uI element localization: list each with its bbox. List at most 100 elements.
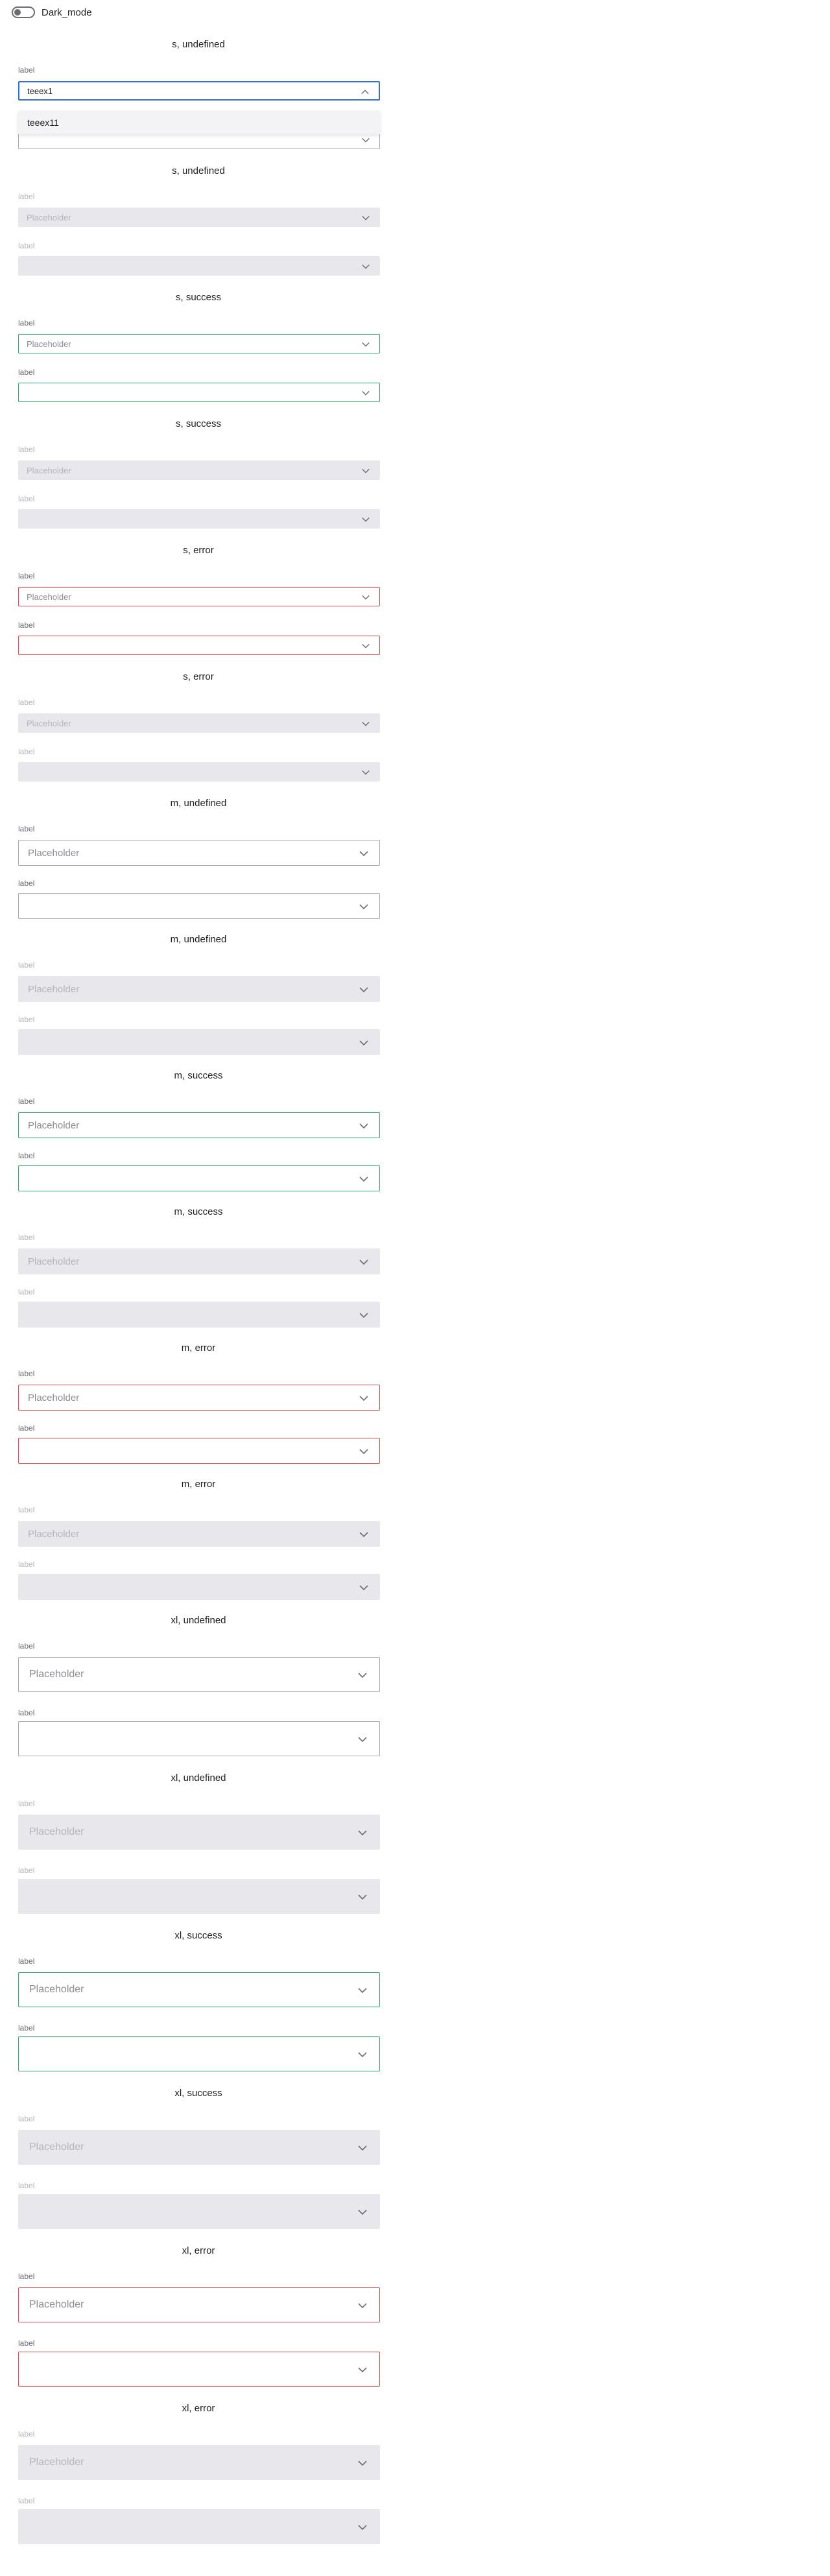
select-field-with-placeholder[interactable]: Placeholder [18,840,380,866]
select-placeholder: Placeholder [29,1826,84,1837]
chevron-down-icon [361,593,370,602]
field-label: label [18,879,35,888]
field-label: label [18,2339,35,2348]
select-field-empty[interactable] [18,2036,380,2071]
chevron-down-icon [359,1038,369,1048]
chevron-down-icon [359,1310,369,1320]
field-label: label [18,621,35,630]
select-placeholder: Placeholder [28,1392,80,1403]
chevron-down-icon [361,340,370,349]
select-field-with-placeholder: Placeholder [18,208,380,227]
field-label: label [18,2181,35,2190]
select-placeholder: Placeholder [27,465,71,475]
section-title: m, error [181,1342,216,1354]
field-label: label [18,318,35,328]
select-field-empty[interactable] [18,1438,380,1464]
chevron-down-icon [361,388,370,398]
select-field-with-placeholder: Placeholder [18,2445,380,2480]
field-label: label [18,1233,35,1242]
field-label: label [18,1560,35,1569]
select-field-with-placeholder[interactable]: Placeholder [18,1972,380,2007]
select-placeholder: Placeholder [29,1669,84,1680]
field-label: label [18,368,35,377]
field-label: label [18,1505,35,1514]
field-label: label [18,1799,35,1808]
chevron-down-icon [357,1734,368,1745]
select-placeholder: Placeholder [29,2299,84,2310]
select-field-with-placeholder: Placeholder [18,460,380,480]
section-title: xl, success [174,2088,222,2099]
section-title: m, success [174,1070,223,1081]
section-title: s, undefined [172,165,225,176]
dropdown-option[interactable]: teeex11 [18,111,380,134]
select-field-empty[interactable] [18,2352,380,2387]
select-placeholder: Placeholder [28,1119,80,1131]
dark-mode-toggle-row: Dark_mode [12,6,92,19]
select-placeholder: Placeholder [28,1256,80,1267]
field-label: label [18,1287,35,1296]
select-field-with-placeholder[interactable]: Placeholder [18,334,380,353]
section-title: xl, success [174,1930,222,1941]
select-field-empty [18,256,380,276]
section-title: s, undefined [172,39,225,50]
select-field-with-placeholder[interactable]: teeex1 [18,81,380,101]
select-field-empty[interactable] [18,383,380,402]
chevron-down-icon [361,466,370,475]
toggle-knob [14,9,21,16]
select-field-empty [18,1574,380,1600]
field-label: label [18,1424,35,1433]
select-field-with-placeholder: Placeholder [18,713,380,733]
select-value: teeex1 [27,86,53,96]
select-field-with-placeholder: Placeholder [18,976,380,1002]
field-label: label [18,2023,35,2033]
select-field-empty[interactable] [18,893,380,919]
chevron-down-icon [357,1670,368,1680]
field-label: label [18,2429,35,2439]
chevron-down-icon [357,2300,368,2311]
select-placeholder: Placeholder [27,718,71,728]
select-placeholder: Placeholder [27,212,71,222]
select-field-empty[interactable] [18,1165,380,1191]
chevron-down-icon [357,1892,368,1902]
chevron-down-icon [361,641,370,650]
select-field-with-placeholder: Placeholder [18,1815,380,1850]
field-label: label [18,2272,35,2281]
field-label: label [18,698,35,707]
chevron-down-icon [361,213,370,222]
select-field-empty[interactable] [18,636,380,655]
dark-mode-toggle[interactable] [12,6,35,18]
select-placeholder: Placeholder [28,847,80,859]
chevron-up-icon [361,88,370,97]
select-placeholder: Placeholder [27,339,71,349]
field-label: label [18,1369,35,1378]
field-label: label [18,192,35,201]
section-title: xl, error [182,2403,215,2414]
select-field-empty[interactable] [18,1721,380,1756]
select-placeholder: Placeholder [29,2141,84,2153]
chevron-down-icon [357,2522,368,2533]
field-label: label [18,1866,35,1875]
select-field-with-placeholder: Placeholder [18,2130,380,2165]
select-field-with-placeholder[interactable]: Placeholder [18,1385,380,1411]
select-field-with-placeholder[interactable]: Placeholder [18,1657,380,1692]
field-label: label [18,66,35,75]
select-field-with-placeholder[interactable]: Placeholder [18,2287,380,2322]
select-field-with-placeholder[interactable]: Placeholder [18,1112,380,1138]
chevron-down-icon [357,2049,368,2060]
field-label: label [18,1641,35,1651]
chevron-down-icon [357,1985,368,1996]
section-title: m, undefined [170,798,227,809]
select-field-empty [18,2509,380,2544]
section-title: xl, undefined [171,1772,226,1783]
chevron-down-icon [361,719,370,728]
chevron-down-icon [361,136,370,145]
select-placeholder: Placeholder [27,591,71,602]
section-title: xl, undefined [171,1615,226,1626]
select-field-with-placeholder[interactable]: Placeholder [18,587,380,606]
field-label: label [18,571,35,580]
select-field-with-placeholder: Placeholder [18,1248,380,1274]
field-label: label [18,747,35,756]
chevron-down-icon [359,848,369,859]
chevron-down-icon [361,515,370,524]
select-field-empty [18,1302,380,1328]
